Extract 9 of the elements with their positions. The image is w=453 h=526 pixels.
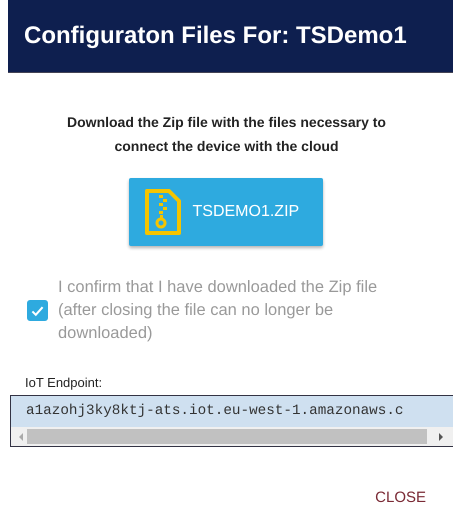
instruction-text: Download the Zip file with the files necessary to connect the device with the cloud [66, 113, 387, 156]
confirm-label: I confirm that I have downloaded the Zip file (after closing the file can no longer be downloaded) [58, 277, 378, 344]
close-button[interactable]: CLOSE [371, 485, 430, 510]
confirm-checkbox[interactable] [27, 300, 48, 321]
endpoint-field[interactable]: a1azohj3ky8ktj-ats.iot.eu-west-1.amazonaws.c [10, 395, 453, 447]
field-label: IoT Endpoint: [25, 375, 104, 390]
horizontal-scrollbar[interactable] [11, 427, 453, 446]
zip-file-icon [144, 189, 180, 235]
dialog-title: Configuraton Files For: TSDemo1 [24, 22, 407, 50]
